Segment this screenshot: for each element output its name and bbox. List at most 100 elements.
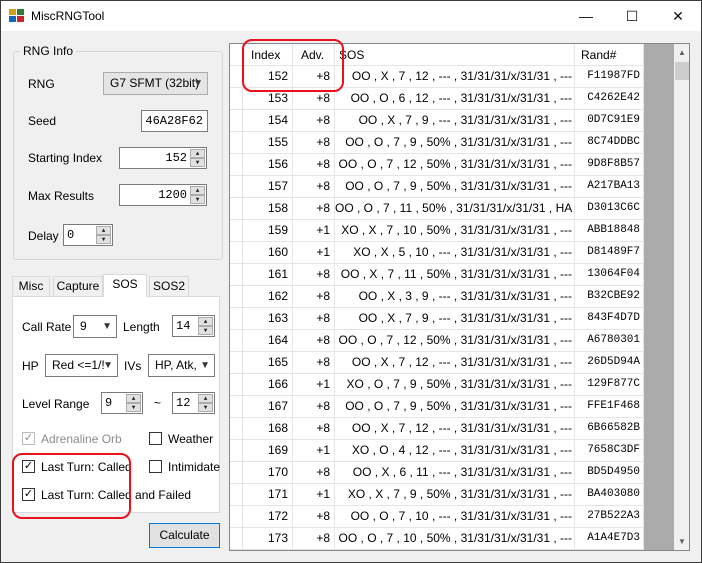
up-arrow-icon[interactable]: ▲ [190,186,205,195]
table-row[interactable]: 158 +8 OO , O , 7 , 11 , 50% , 31/31/31/x/… [230,198,644,220]
table-row[interactable]: 167 +8 OO , O , 7 , 9 , 50% , 31/31/31/x/3… [230,396,644,418]
rand-cell[interactable]: 7658C3DF [575,440,644,462]
table-row[interactable]: 170 +8 OO , X , 6 , 11 , --- , 31/31/31/x/… [230,462,644,484]
rand-cell[interactable]: A217BA13 [575,176,644,198]
rand-cell[interactable]: D81489F7 [575,242,644,264]
sos-cell[interactable]: OO , O , 7 , 12 , 50% , 31/31/31/x/31/31… [335,154,575,176]
index-cell[interactable]: 166 [243,374,293,396]
table-row[interactable]: 161 +8 OO , X , 7 , 11 , 50% , 31/31/31/x/… [230,264,644,286]
adv-cell[interactable]: +8 [293,176,335,198]
table-row[interactable]: 173 +8 OO , O , 7 , 10 , 50% , 31/31/31/x/… [230,528,644,550]
adv-cell[interactable]: +1 [293,484,335,506]
table-row[interactable]: 168 +8 OO , X , 7 , 12 , --- , 31/31/31/x/… [230,418,644,440]
spin-buttons[interactable]: ▲ ▼ [96,226,111,244]
index-cell[interactable]: 154 [243,110,293,132]
row-header[interactable] [230,528,243,550]
rand-cell[interactable]: 8C74DDBC [575,132,644,154]
rand-cell[interactable]: C4262E42 [575,88,644,110]
sos-cell[interactable]: OO , O , 7 , 9 , 50% , 31/31/31/x/31/31 … [335,132,575,154]
down-arrow-icon[interactable]: ▼ [190,158,205,167]
spin-buttons[interactable]: ▲ ▼ [126,394,141,412]
row-header[interactable] [230,154,243,176]
table-row[interactable]: 169 +1 XO , O , 4 , 12 , --- , 31/31/31/x/… [230,440,644,462]
calculate-button[interactable]: Calculate [149,523,220,548]
row-header[interactable] [230,506,243,528]
scroll-thumb[interactable] [675,62,689,80]
index-cell[interactable]: 170 [243,462,293,484]
adrenaline-orb-checkbox[interactable]: ✓ [22,432,35,445]
adv-cell[interactable]: +8 [293,330,335,352]
starting-index-stepper[interactable]: 152 ▲ ▼ [119,147,207,169]
down-arrow-icon[interactable]: ▼ [190,195,205,204]
adv-cell[interactable]: +8 [293,506,335,528]
spin-buttons[interactable]: ▲ ▼ [198,394,213,412]
table-row[interactable]: 163 +8 OO , X , 7 , 9 , --- , 31/31/31/x/3… [230,308,644,330]
row-header[interactable] [230,242,243,264]
adv-cell[interactable]: +8 [293,396,335,418]
rand-cell[interactable]: 843F4D7D [575,308,644,330]
rand-cell[interactable]: 129F877C [575,374,644,396]
sos-cell[interactable]: OO , X , 7 , 11 , 50% , 31/31/31/x/31/31… [335,264,575,286]
rand-cell[interactable]: BD5D4950 [575,462,644,484]
down-arrow-icon[interactable]: ▼ [198,403,213,412]
index-cell[interactable]: 162 [243,286,293,308]
adv-cell[interactable]: +1 [293,220,335,242]
table-row[interactable]: 157 +8 OO , O , 7 , 9 , 50% , 31/31/31/x/3… [230,176,644,198]
adv-cell[interactable]: +8 [293,286,335,308]
index-cell[interactable]: 169 [243,440,293,462]
rand-cell[interactable]: FFE1F468 [575,396,644,418]
rng-select[interactable]: G7 SFMT (32bit) ▼ [103,72,208,95]
sos-cell[interactable]: XO , O , 4 , 12 , --- , 31/31/31/x/31/31… [335,440,575,462]
up-arrow-icon[interactable]: ▲ [96,226,111,235]
adv-cell[interactable]: +8 [293,154,335,176]
length-stepper[interactable]: 14 ▲ ▼ [172,315,215,337]
sos-cell[interactable]: OO , X , 7 , 9 , --- , 31/31/31/x/31/31 … [335,308,575,330]
level-min-stepper[interactable]: 9 ▲ ▼ [101,392,143,414]
call-rate-select[interactable]: 9 ▼ [73,315,117,338]
index-cell[interactable]: 157 [243,176,293,198]
down-arrow-icon[interactable]: ▼ [96,235,111,244]
row-header[interactable] [230,396,243,418]
rand-cell[interactable]: 13064F04 [575,264,644,286]
sos-cell[interactable]: OO , X , 7 , 9 , --- , 31/31/31/x/31/31 … [335,110,575,132]
rand-cell[interactable]: 9D8F8B57 [575,154,644,176]
index-cell[interactable]: 155 [243,132,293,154]
sos-cell[interactable]: OO , X , 6 , 11 , --- , 31/31/31/x/31/31… [335,462,575,484]
up-arrow-icon[interactable]: ▲ [198,317,213,326]
rand-cell[interactable]: ABB18848 [575,220,644,242]
rand-cell[interactable]: BA403080 [575,484,644,506]
table-row[interactable]: 166 +1 XO , O , 7 , 9 , 50% , 31/31/31/x/3… [230,374,644,396]
rand-cell[interactable]: 26D5D94A [575,352,644,374]
results-grid[interactable]: Index Adv. SOS Rand# 152 +8 OO , X , 7 , 1… [229,43,690,551]
sos-cell[interactable]: OO , O , 7 , 9 , 50% , 31/31/31/x/31/31 … [335,396,575,418]
adv-cell[interactable]: +1 [293,440,335,462]
table-row[interactable]: 164 +8 OO , O , 7 , 12 , 50% , 31/31/31/x/… [230,330,644,352]
index-cell[interactable]: 161 [243,264,293,286]
row-header[interactable] [230,88,243,110]
adv-cell[interactable]: +8 [293,198,335,220]
spin-buttons[interactable]: ▲ ▼ [190,186,205,204]
row-header[interactable] [230,110,243,132]
tab-sos2[interactable]: SOS2 [149,276,189,296]
adv-cell[interactable]: +1 [293,242,335,264]
sos-cell[interactable]: OO , O , 7 , 10 , --- , 31/31/31/x/31/31… [335,506,575,528]
row-header[interactable] [230,484,243,506]
rand-cell[interactable]: A6780301 [575,330,644,352]
intimidate-checkbox[interactable] [149,460,162,473]
adv-cell[interactable]: +8 [293,528,335,550]
down-arrow-icon[interactable]: ▼ [126,403,141,412]
tab-capture[interactable]: Capture [53,276,103,296]
row-header[interactable] [230,330,243,352]
table-row[interactable]: 156 +8 OO , O , 7 , 12 , 50% , 31/31/31/x/… [230,154,644,176]
index-cell[interactable]: 164 [243,330,293,352]
up-arrow-icon[interactable]: ▲ [198,394,213,403]
table-row[interactable]: 171 +1 XO , X , 7 , 9 , 50% , 31/31/31/x/3… [230,484,644,506]
table-row[interactable]: 160 +1 XO , X , 5 , 10 , --- , 31/31/31/x/… [230,242,644,264]
down-arrow-icon[interactable]: ▼ [198,326,213,335]
row-header[interactable] [230,462,243,484]
max-results-stepper[interactable]: 1200 ▲ ▼ [119,184,207,206]
up-arrow-icon[interactable]: ▲ [126,394,141,403]
row-header[interactable] [230,176,243,198]
row-header[interactable] [230,374,243,396]
column-header-sos[interactable]: SOS [335,44,575,66]
